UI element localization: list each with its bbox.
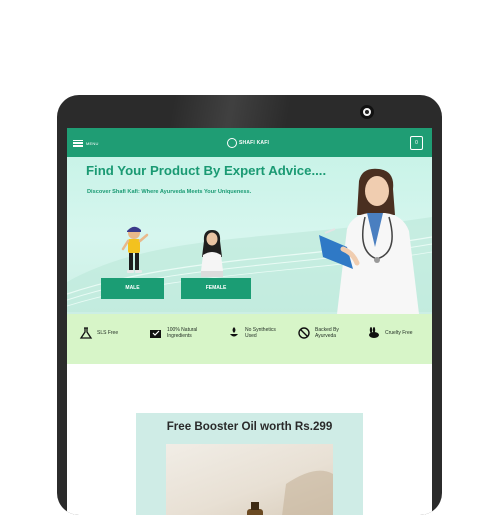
- rabbit-icon: [369, 327, 379, 338]
- doctor-image: [319, 168, 419, 314]
- camera-icon: [360, 105, 374, 119]
- leaf-bowl-icon: [230, 327, 238, 337]
- feature-label: No Synthetics Used: [245, 327, 276, 339]
- feature-item: No Synthetics Used: [227, 327, 281, 339]
- feature-item: Backed By Ayurveda: [297, 327, 347, 339]
- male-button[interactable]: MALE: [101, 278, 164, 299]
- hero-banner: Find Your Product By Expert Advice.... D…: [67, 157, 432, 314]
- logo-text: SHAFI KAFI: [239, 140, 270, 146]
- promo-title: Free Booster Oil worth Rs.299: [166, 420, 333, 433]
- feature-item: 100% Natural Ingredients: [149, 327, 205, 339]
- hamburger-icon: [73, 139, 83, 147]
- features-strip: SLS Free 100% Natural Ingredients No Syn…: [67, 314, 432, 364]
- boy-illustration: [121, 226, 149, 273]
- cart-button[interactable]: 0: [410, 136, 423, 150]
- feature-label: SLS Free: [97, 330, 119, 336]
- feature-label: Backed By Ayurveda: [315, 327, 339, 339]
- oil-bottle-image: [247, 470, 333, 515]
- cart-count: 0: [415, 140, 418, 146]
- screen: MENU SHAFI KAFI 0 Find Your Product By E…: [67, 128, 432, 515]
- tablet-frame: MENU SHAFI KAFI 0 Find Your Product By E…: [57, 95, 442, 515]
- hero-subtitle: Discover Shafi Kafi: Where Ayurveda Meet…: [87, 189, 252, 195]
- female-button[interactable]: FEMALE: [181, 278, 251, 299]
- menu-label: MENU: [86, 140, 99, 146]
- feature-item: Cruelty Free: [367, 327, 413, 339]
- feature-label: 100% Natural Ingredients: [167, 327, 198, 339]
- logo-mark-icon: [227, 138, 237, 148]
- woman-illustration: [201, 230, 223, 277]
- feature-label: Cruelty Free: [385, 330, 413, 336]
- no-sign-icon: [298, 327, 310, 339]
- product-photo: [166, 444, 333, 515]
- menu-button[interactable]: MENU: [73, 137, 113, 149]
- flask-icon: [79, 327, 93, 339]
- natural-box-icon: [150, 330, 161, 338]
- feature-item: SLS Free: [79, 327, 118, 339]
- brand-logo[interactable]: SHAFI KAFI: [227, 137, 269, 149]
- top-navbar: MENU SHAFI KAFI 0: [67, 128, 432, 157]
